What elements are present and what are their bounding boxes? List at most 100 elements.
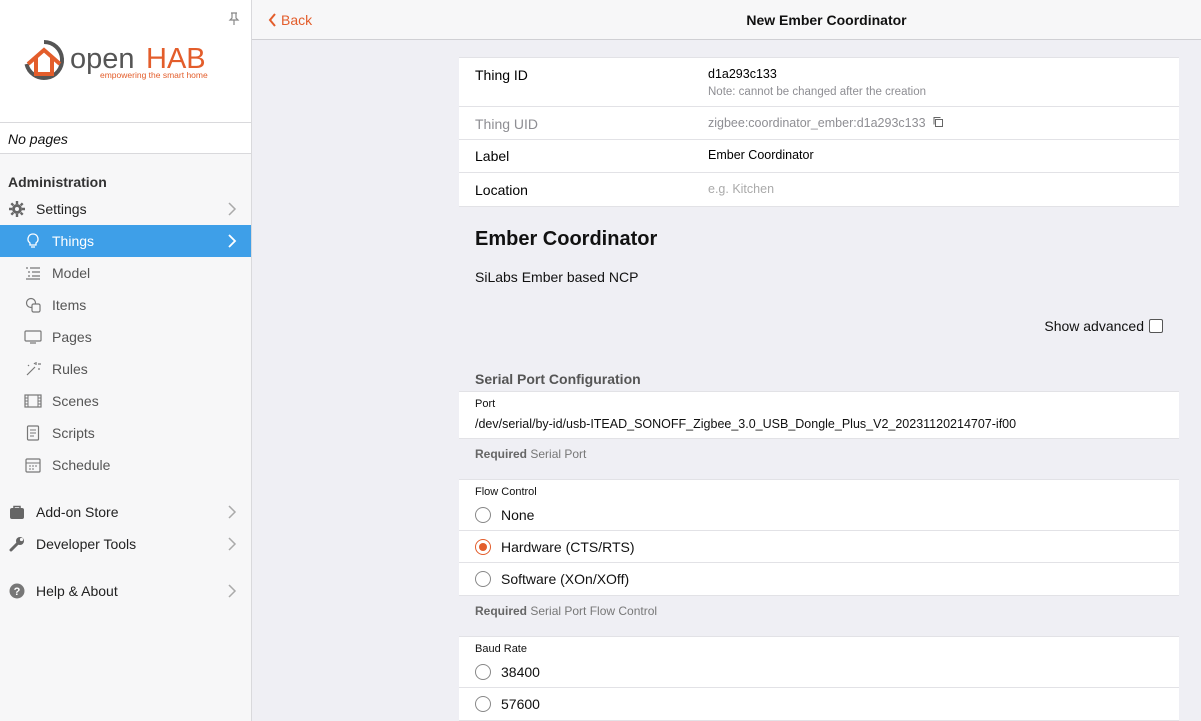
radio-label: Hardware (CTS/RTS) <box>501 538 635 555</box>
flow-option-none[interactable]: None <box>459 499 1179 531</box>
baud-option-57600[interactable]: 57600 <box>459 688 1179 720</box>
baud-option-38400[interactable]: 38400 <box>459 656 1179 688</box>
wrench-icon <box>8 535 26 553</box>
baud-rate-field: Baud Rate 38400 57600 <box>459 636 1179 721</box>
sidebar-item-pages[interactable]: Pages <box>0 321 251 353</box>
sidebar-item-developer-tools[interactable]: Developer Tools <box>0 528 251 560</box>
doc-icon <box>24 424 42 442</box>
thing-uid-value: zigbee:coordinator_ember:d1a293c133 <box>708 116 926 130</box>
film-icon <box>24 392 42 410</box>
nav-spacer <box>0 481 251 496</box>
radio-label: 57600 <box>501 696 540 712</box>
thing-id-label: Thing ID <box>475 67 528 83</box>
gear-icon <box>8 200 26 218</box>
chevron-right-icon <box>228 505 237 519</box>
location-input[interactable]: e.g. Kitchen <box>708 182 1179 206</box>
admin-nav: Settings Things Model Items Pages Rules … <box>0 193 251 607</box>
chevron-right-icon <box>228 584 237 598</box>
calendar-icon <box>24 456 42 474</box>
flow-hint-text: Serial Port Flow Control <box>530 604 658 618</box>
flow-option-software[interactable]: Software (XOn/XOff) <box>459 563 1179 595</box>
pin-icon[interactable] <box>227 12 241 26</box>
page-title: New Ember Coordinator <box>746 12 907 28</box>
sidebar-item-label: Things <box>52 233 95 249</box>
thing-uid-field: zigbee:coordinator_ember:d1a293c133 <box>708 116 1179 139</box>
sidebar-item-rules[interactable]: Rules <box>0 353 251 385</box>
administration-heading: Administration <box>8 174 107 190</box>
sidebar-item-label: Developer Tools <box>36 536 137 552</box>
radio-label: None <box>501 506 535 523</box>
logo-area: open HAB empowering the smart home <box>0 0 251 123</box>
chevron-right-icon <box>228 537 237 551</box>
thing-id-note: Note: cannot be changed after the creati… <box>708 86 927 98</box>
radio-button[interactable] <box>475 696 491 712</box>
port-hint: Required Serial Port <box>459 439 1179 479</box>
nav-spacer <box>0 560 251 575</box>
sidebar-item-scripts[interactable]: Scripts <box>0 417 251 449</box>
thing-id-value: d1a293c133 <box>708 67 777 81</box>
sidebar-item-model[interactable]: Model <box>0 257 251 289</box>
sidebar-item-help-about[interactable]: ? Help & About <box>0 575 251 607</box>
wand-icon <box>24 360 42 378</box>
label-input[interactable]: Ember Coordinator <box>708 148 1179 172</box>
sidebar-item-label: Items <box>52 297 87 313</box>
chevron-right-icon <box>228 234 237 248</box>
sidebar-item-label: Scenes <box>52 393 99 409</box>
help-icon: ? <box>8 582 26 600</box>
logo-tagline: empowering the smart home <box>100 70 208 80</box>
radio-button-selected[interactable] <box>475 538 491 555</box>
sidebar-item-schedule[interactable]: Schedule <box>0 449 251 481</box>
port-input[interactable]: /dev/serial/by-id/usb-ITEAD_SONOFF_Zigbe… <box>459 411 1179 438</box>
openhab-logo: open HAB empowering the smart home <box>24 39 208 80</box>
sidebar-item-label: Pages <box>52 329 92 345</box>
sidebar-item-things[interactable]: Things <box>0 225 251 257</box>
flow-control-hint: Required Serial Port Flow Control <box>459 596 1179 636</box>
port-field: Port /dev/serial/by-id/usb-ITEAD_SONOFF_… <box>459 391 1179 439</box>
lightbulb-icon <box>24 232 42 250</box>
sidebar: open HAB empowering the smart home No pa… <box>0 0 252 721</box>
show-advanced-checkbox[interactable] <box>1149 319 1163 333</box>
label-row: Label Ember Coordinator <box>459 140 1179 173</box>
radio-button[interactable] <box>475 506 491 523</box>
show-advanced-toggle[interactable]: Show advanced <box>459 318 1179 334</box>
items-icon <box>24 296 42 314</box>
chevron-right-icon <box>228 202 237 216</box>
required-label: Required <box>475 604 528 618</box>
sidebar-item-items[interactable]: Items <box>0 289 251 321</box>
sidebar-item-addon-store[interactable]: Add-on Store <box>0 496 251 528</box>
baud-rate-label: Baud Rate <box>475 643 527 655</box>
port-hint-text: Serial Port <box>530 447 587 461</box>
sidebar-item-label: Settings <box>36 201 87 217</box>
radio-label: 38400 <box>501 663 540 680</box>
sidebar-item-label: Help & About <box>36 583 118 599</box>
show-advanced-label: Show advanced <box>1044 318 1144 334</box>
sidebar-item-scenes[interactable]: Scenes <box>0 385 251 417</box>
list-icon <box>24 264 42 282</box>
sidebar-item-label: Model <box>52 265 91 281</box>
thing-uid-row: Thing UID zigbee:coordinator_ember:d1a29… <box>459 107 1179 140</box>
thing-uid-label: Thing UID <box>475 116 539 132</box>
location-field-label: Location <box>475 182 528 198</box>
flow-control-label: Flow Control <box>475 486 537 498</box>
bag-icon <box>8 503 26 521</box>
radio-label: Software (XOn/XOff) <box>501 571 630 587</box>
sidebar-item-label: Add-on Store <box>36 504 119 520</box>
sidebar-item-settings[interactable]: Settings <box>0 193 251 225</box>
sidebar-item-label: Schedule <box>52 457 111 473</box>
radio-button[interactable] <box>475 571 491 587</box>
sidebar-item-label: Rules <box>52 361 88 377</box>
thing-properties-list: Thing ID d1a293c133 Note: cannot be chan… <box>459 57 1179 207</box>
flow-option-hardware[interactable]: Hardware (CTS/RTS) <box>459 531 1179 563</box>
radio-button[interactable] <box>475 663 491 680</box>
monitor-icon <box>24 328 42 346</box>
sidebar-item-label: Scripts <box>52 425 95 441</box>
flow-control-field: Flow Control None Hardware (CTS/RTS) Sof… <box>459 479 1179 596</box>
copy-icon[interactable] <box>932 116 944 128</box>
thing-type-title: Ember Coordinator <box>475 228 658 250</box>
thing-id-row: Thing ID d1a293c133 Note: cannot be chan… <box>459 57 1179 107</box>
no-pages-label: No pages <box>0 123 251 154</box>
svg-text:?: ? <box>14 586 21 598</box>
thing-type-description: SiLabs Ember based NCP <box>475 269 639 285</box>
thing-id-field[interactable]: d1a293c133 Note: cannot be changed after… <box>708 67 1179 106</box>
label-field-label: Label <box>475 148 510 164</box>
